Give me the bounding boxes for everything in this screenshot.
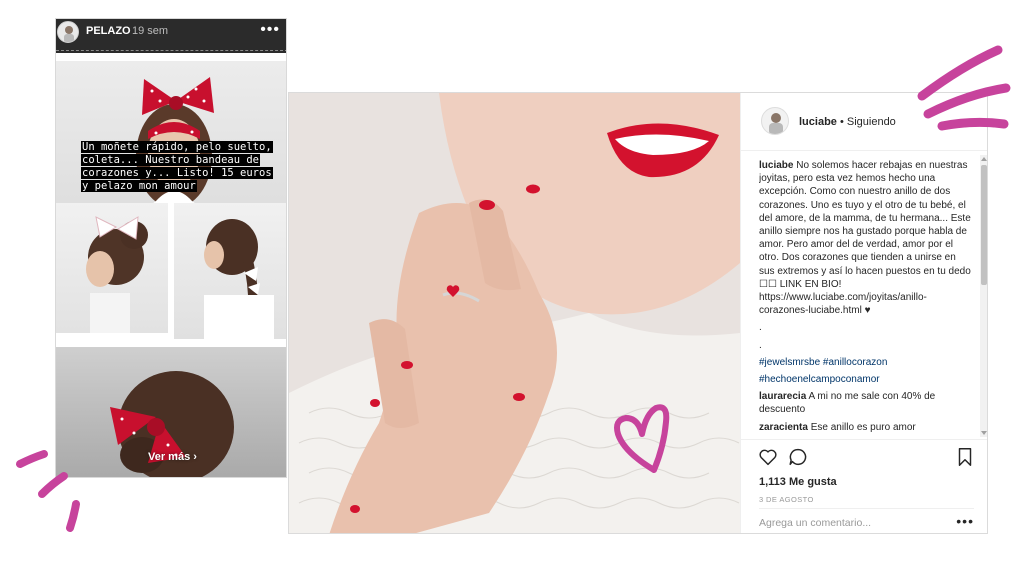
post-date: 3 DE AGOSTO — [759, 495, 814, 504]
scroll-up-icon[interactable] — [981, 157, 987, 161]
story-caption-overlay: Un moñete rápido, pelo suelto, coleta...… — [81, 141, 281, 193]
comment-username[interactable]: laurarecia — [759, 391, 806, 402]
post-sidebar: luciabe • Siguiendo luciabe No solemos h… — [740, 93, 987, 533]
add-comment-input[interactable] — [759, 517, 939, 529]
story-photo-braid-back — [174, 203, 286, 339]
comment-item: laurarecia A mi no me sale con 40% de de… — [759, 390, 973, 416]
post-author-line: luciabe • Siguiendo — [799, 116, 896, 128]
more-options-icon[interactable]: ••• — [956, 513, 974, 529]
post-author-avatar[interactable] — [761, 107, 789, 135]
story-caption-text: Un moñete rápido, pelo suelto, coleta...… — [81, 141, 273, 192]
bookmark-icon[interactable] — [954, 446, 976, 468]
comments-scrollbar[interactable] — [980, 155, 987, 437]
caption-username[interactable]: luciabe — [759, 160, 793, 171]
caption-text: No solemos hacer rebajas en nuestras joy… — [759, 160, 971, 317]
post-actions: 1,113 Me gusta 3 DE AGOSTO ••• — [741, 439, 987, 533]
caption-dot: . — [759, 322, 762, 334]
story-header: PELAZO 19 sem ••• — [56, 19, 286, 53]
comments-list[interactable]: luciabe No solemos hacer rebajas en nues… — [759, 159, 973, 435]
scrollbar-thumb[interactable] — [981, 165, 987, 285]
instagram-post: luciabe • Siguiendo luciabe No solemos h… — [288, 92, 988, 534]
story-avatar[interactable] — [57, 21, 79, 43]
post-author-username[interactable]: luciabe — [799, 116, 837, 128]
hashtags-line-2[interactable]: #hechoenelcampoconamor — [759, 373, 973, 386]
scroll-down-icon[interactable] — [981, 431, 987, 435]
story-username[interactable]: PELAZO — [86, 25, 131, 37]
story-timestamp: 19 sem — [132, 25, 169, 37]
add-comment-bar: ••• — [759, 508, 974, 533]
post-caption: luciabe No solemos hacer rebajas en nues… — [759, 159, 973, 317]
comment-item: zaracienta Ese anillo es puro amor — [759, 421, 973, 434]
avatar-icon — [64, 26, 74, 42]
following-status[interactable]: • Siguiendo — [837, 116, 896, 128]
story-progress-bar — [56, 50, 286, 53]
story-photo-bun-side — [56, 203, 168, 333]
hashtags-line-1[interactable]: #jewelsmrsbe #anillocorazon — [759, 356, 973, 369]
heart-icon[interactable] — [757, 446, 779, 468]
caption-dot: . — [759, 339, 762, 351]
avatar-icon — [769, 113, 783, 134]
comment-icon[interactable] — [787, 446, 809, 468]
comment-username[interactable]: zaracienta — [759, 422, 808, 433]
collage-page: PELAZO 19 sem ••• Un moñete rápido, pelo… — [0, 0, 1024, 576]
post-header: luciabe • Siguiendo — [741, 93, 987, 151]
see-more-link[interactable]: Ver más › — [148, 451, 197, 463]
post-photo-ring-closeup — [289, 93, 740, 533]
likes-count[interactable]: 1,113 Me gusta — [759, 476, 837, 488]
comment-text: Ese anillo es puro amor — [807, 421, 916, 433]
instagram-story-card: PELAZO 19 sem ••• Un moñete rápido, pelo… — [55, 18, 287, 478]
story-more-options-icon[interactable]: ••• — [260, 21, 280, 39]
